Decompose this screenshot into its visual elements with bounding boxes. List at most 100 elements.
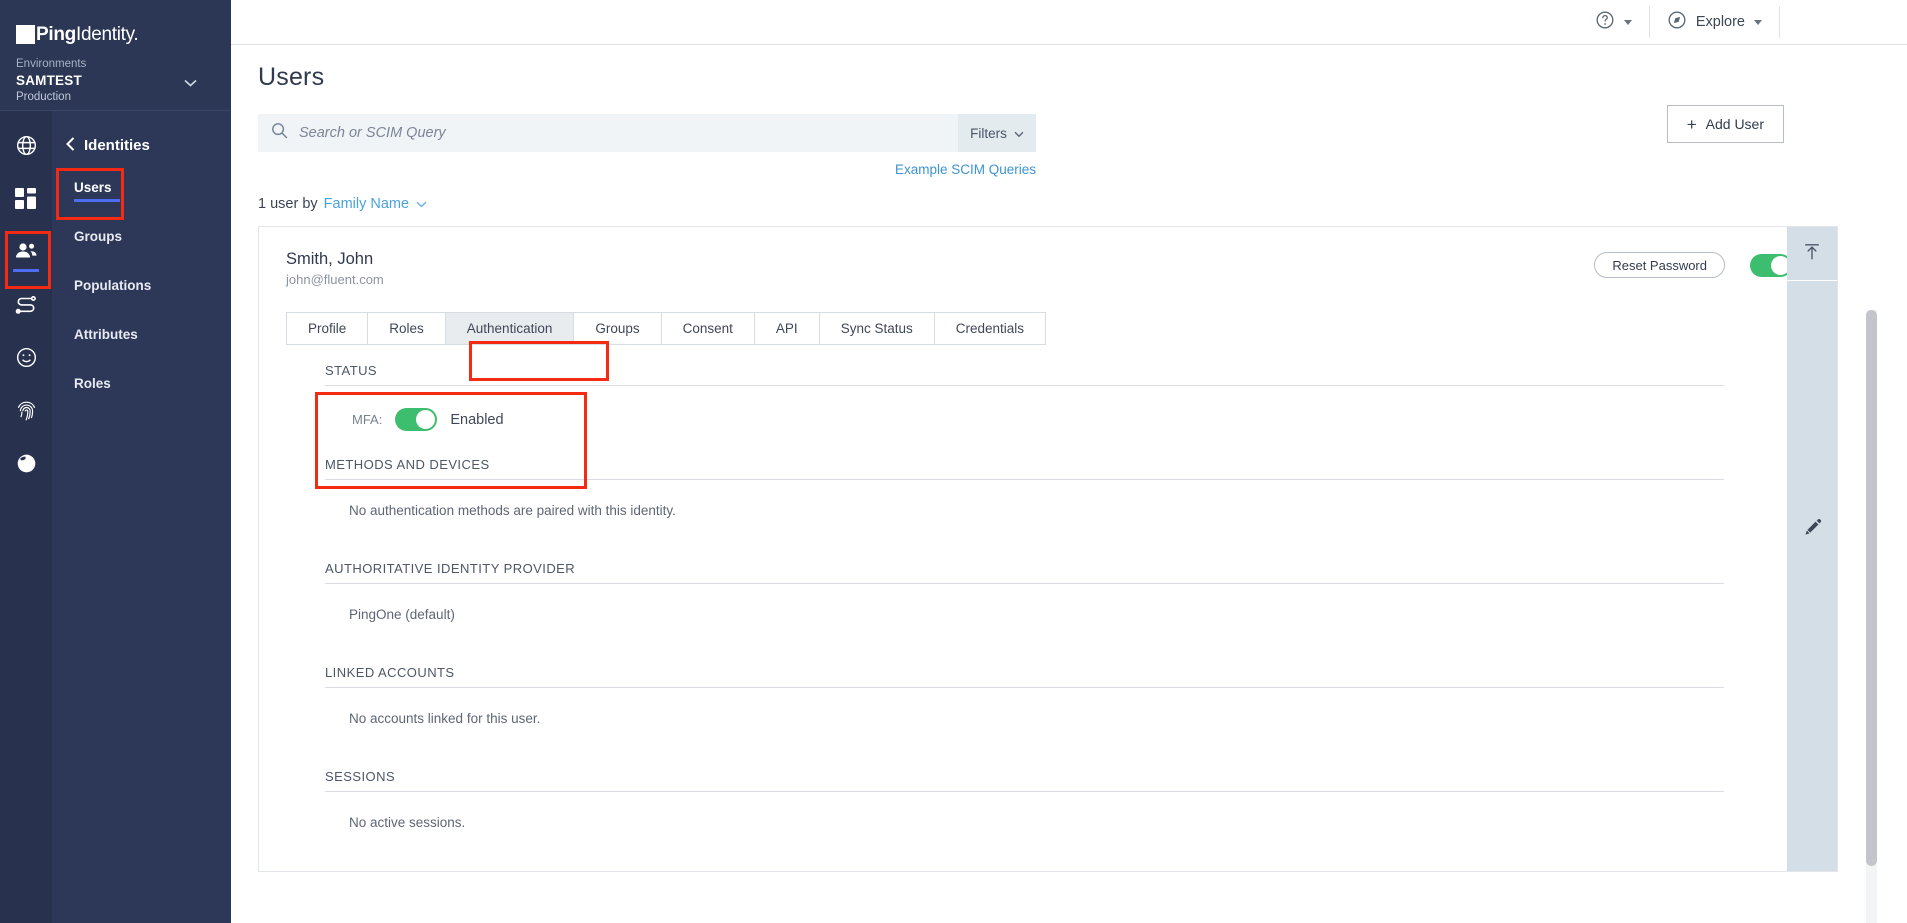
- plus-icon: +: [1687, 116, 1697, 133]
- tab-label: Authentication: [467, 321, 553, 336]
- scrollbar-thumb[interactable]: [1866, 310, 1877, 866]
- status-section: STATUS MFA: Enabled: [325, 363, 1724, 431]
- chevron-down-icon[interactable]: [1624, 20, 1632, 25]
- dashboard-grid-icon: [15, 188, 37, 210]
- section-title: LINKED ACCOUNTS: [325, 665, 1724, 687]
- filters-label: Filters: [970, 126, 1007, 141]
- connections-flow-icon: [14, 294, 38, 316]
- mfa-toggle[interactable]: [395, 408, 437, 431]
- icon-rail-item-experience[interactable]: [0, 331, 52, 384]
- tab-label: Groups: [595, 321, 639, 336]
- help-menu[interactable]: [1578, 0, 1649, 45]
- logo-text-bold: Ping: [36, 24, 76, 45]
- tab-label: Profile: [308, 321, 346, 336]
- section-linked-accounts: LINKED ACCOUNTS No accounts linked for t…: [325, 665, 1724, 726]
- tab-credentials[interactable]: Credentials: [935, 312, 1046, 345]
- user-name: Smith, John: [286, 249, 384, 270]
- export-upload-icon: [1802, 241, 1822, 266]
- add-user-button[interactable]: + Add User: [1667, 105, 1784, 143]
- search-row: Search or SCIM Query Filters: [258, 114, 1907, 152]
- section-body: PingOne (default): [325, 584, 1724, 622]
- search-input-area[interactable]: Search or SCIM Query: [258, 122, 958, 144]
- icon-rail-item-connections[interactable]: [0, 278, 52, 331]
- secondary-nav-panel: Identities Users Groups Populations Attr…: [52, 111, 231, 923]
- ping-identity-logo[interactable]: PingIdentity.: [16, 22, 231, 46]
- tab-sync-status[interactable]: Sync Status: [820, 312, 935, 345]
- search-input[interactable]: Search or SCIM Query: [299, 125, 446, 141]
- edit-button[interactable]: [1787, 517, 1837, 543]
- user-email: john@fluent.com: [286, 271, 384, 289]
- sidebar-item-label: Populations: [74, 278, 151, 293]
- chevron-down-icon[interactable]: [416, 197, 427, 211]
- search-icon: [271, 122, 288, 144]
- user-count-text: 1 user by: [258, 196, 318, 212]
- sidebar-item-label: Attributes: [74, 327, 138, 342]
- status-section-title: STATUS: [325, 363, 1724, 385]
- icon-rail-item-authentication[interactable]: [0, 384, 52, 437]
- tab-groups[interactable]: Groups: [574, 312, 661, 345]
- sidebar-item-label: Users: [74, 180, 112, 195]
- brand-header: PingIdentity. Environments SAMTEST Produ…: [0, 0, 231, 111]
- chevron-down-icon[interactable]: [1754, 20, 1762, 25]
- pencil-edit-icon: [1802, 517, 1823, 543]
- sidebar-item-attributes[interactable]: Attributes: [52, 318, 231, 351]
- logo-text-light: Identity.: [76, 24, 138, 45]
- example-scim-queries-link[interactable]: Example SCIM Queries: [895, 162, 1036, 177]
- export-button[interactable]: [1787, 227, 1837, 281]
- reset-password-button[interactable]: Reset Password: [1594, 252, 1725, 278]
- sidebar-item-populations[interactable]: Populations: [52, 269, 231, 302]
- reset-password-label: Reset Password: [1612, 258, 1707, 273]
- user-enabled-toggle[interactable]: [1750, 254, 1792, 277]
- mfa-state-label: Enabled: [450, 412, 503, 428]
- sort-field-link[interactable]: Family Name: [324, 196, 409, 212]
- filters-button[interactable]: Filters: [958, 114, 1036, 152]
- tab-roles[interactable]: Roles: [368, 312, 446, 345]
- explore-label: Explore: [1696, 14, 1745, 30]
- mfa-label: MFA:: [352, 412, 382, 427]
- user-identity: Smith, John john@fluent.com: [286, 249, 384, 289]
- sidebar-item-groups[interactable]: Groups: [52, 220, 231, 253]
- user-detail-card: Smith, John john@fluent.com Reset Passwo…: [258, 226, 1838, 872]
- environments-label: Environments: [16, 57, 205, 72]
- nav-body: Identities Users Groups Populations Attr…: [0, 111, 231, 923]
- section-sessions: SESSIONS No active sessions.: [325, 769, 1724, 830]
- sidebar-item-users[interactable]: Users: [52, 171, 231, 204]
- sidebar-item-roles[interactable]: Roles: [52, 367, 231, 400]
- nav-section-header[interactable]: Identities: [52, 125, 231, 159]
- tab-authentication[interactable]: Authentication: [446, 312, 575, 345]
- nav-section-title: Identities: [84, 137, 150, 154]
- section-body: No accounts linked for this user.: [325, 688, 1724, 726]
- compass-icon: [1667, 10, 1687, 35]
- nav-item-list: Users Groups Populations Attributes Role…: [52, 171, 231, 400]
- chevron-left-icon[interactable]: [66, 137, 75, 153]
- icon-rail: [0, 111, 52, 923]
- tab-api[interactable]: API: [755, 312, 820, 345]
- explore-menu[interactable]: Explore: [1650, 0, 1779, 45]
- users-people-icon: [14, 242, 39, 262]
- globe-outline-icon: [15, 134, 38, 157]
- sidebar-item-label: Groups: [74, 229, 122, 244]
- topbar-divider-2: [1779, 6, 1780, 38]
- sidebar-item-label: Roles: [74, 376, 111, 391]
- user-count-row: 1 user by Family Name: [258, 196, 1907, 212]
- chevron-down-icon: [1014, 126, 1024, 141]
- toggle-knob: [416, 410, 435, 429]
- chevron-down-icon[interactable]: [184, 76, 197, 90]
- content-scrollbar[interactable]: [1866, 310, 1877, 923]
- icon-rail-item-globe[interactable]: [0, 119, 52, 172]
- search-box[interactable]: Search or SCIM Query Filters: [258, 114, 1036, 152]
- icon-rail-item-dashboard[interactable]: [0, 172, 52, 225]
- section-title: AUTHORITATIVE IDENTITY PROVIDER: [325, 561, 1724, 583]
- section-body: No authentication methods are paired wit…: [325, 480, 1724, 518]
- section-body: No active sessions.: [325, 792, 1724, 830]
- add-user-label: Add User: [1706, 116, 1764, 132]
- scim-link-row: Example SCIM Queries: [258, 161, 1036, 179]
- logo-square-mark: [16, 25, 35, 44]
- tab-label: Credentials: [956, 321, 1024, 336]
- icon-rail-item-users[interactable]: [0, 225, 52, 278]
- tab-consent[interactable]: Consent: [662, 312, 755, 345]
- tab-profile[interactable]: Profile: [286, 312, 368, 345]
- icon-rail-item-global[interactable]: [0, 437, 52, 490]
- environment-selector[interactable]: Environments SAMTEST Production: [16, 57, 231, 105]
- globe-filled-icon: [15, 452, 38, 475]
